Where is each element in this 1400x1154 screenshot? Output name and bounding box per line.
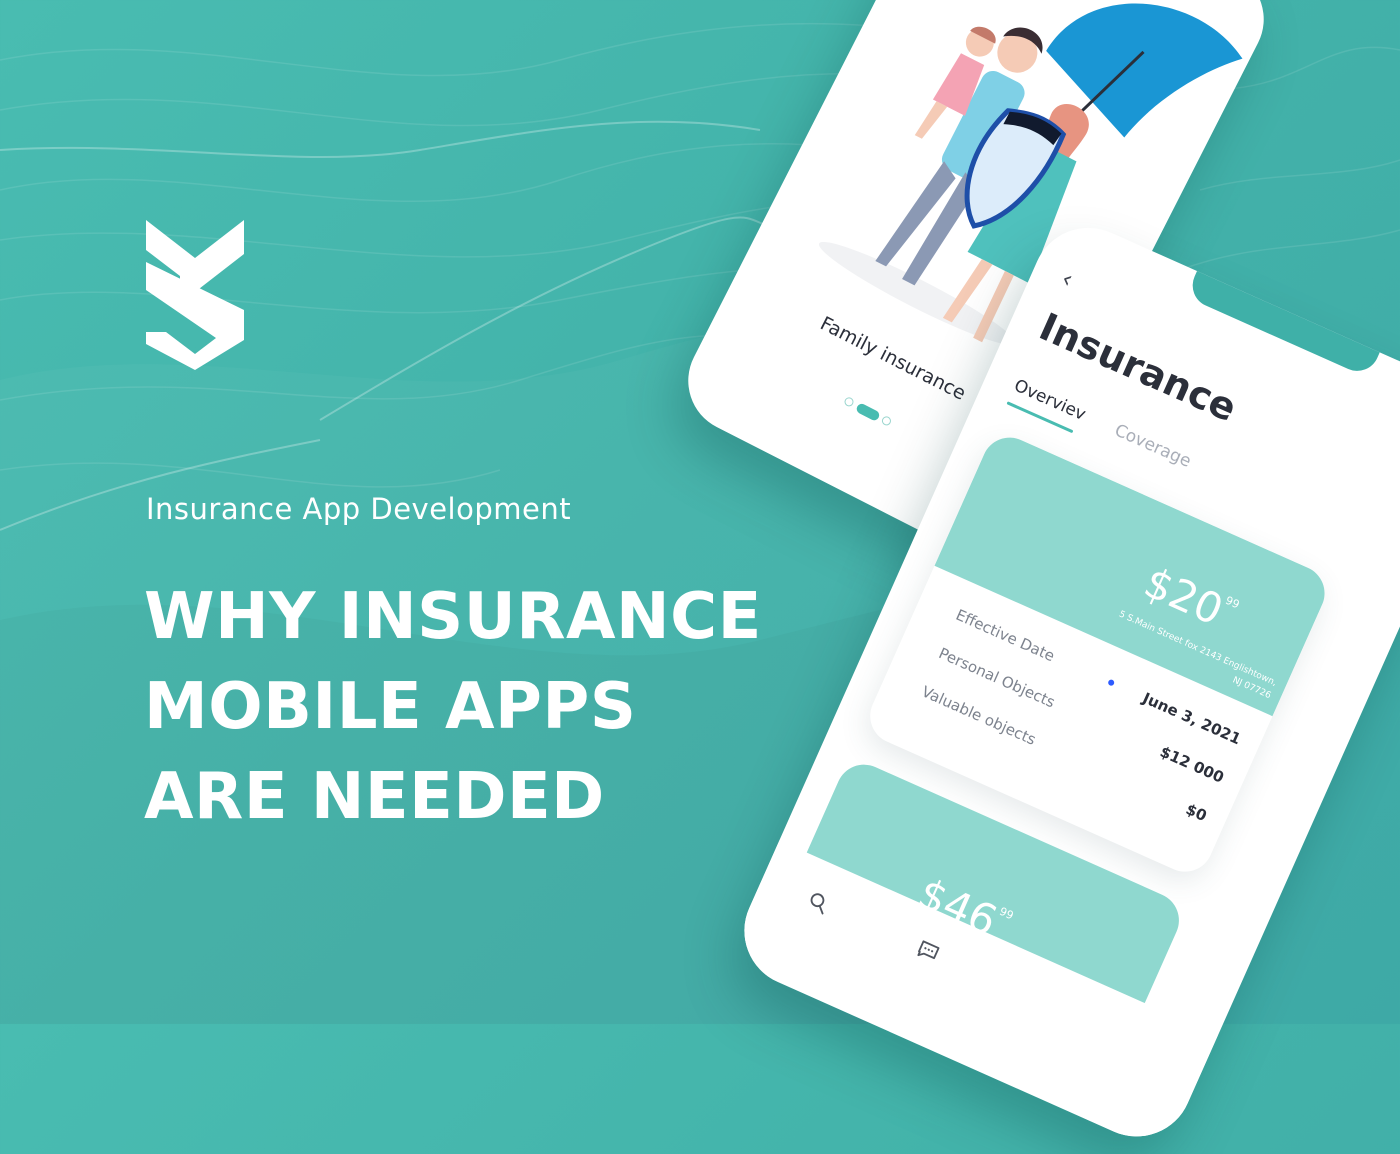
pager-dot[interactable]	[880, 414, 893, 427]
secondary-price-cents: 99	[997, 904, 1016, 923]
pager-dot[interactable]	[842, 395, 856, 408]
pager-dot-active[interactable]	[854, 402, 881, 422]
tab-coverage[interactable]: Coverage	[1111, 420, 1194, 471]
headline-line-1: WHY INSURANCE	[144, 580, 762, 654]
headline: WHY INSURANCE MOBILE APPS ARE NEEDED	[144, 572, 762, 842]
search-icon[interactable]	[804, 888, 833, 917]
sm-shield-logo-icon	[146, 220, 244, 370]
status-dot	[1107, 678, 1116, 687]
subtitle: Insurance App Development	[146, 492, 572, 526]
headline-line-2: MOBILE APPS	[144, 670, 637, 744]
headline-line-3: ARE NEEDED	[144, 760, 605, 834]
chat-icon[interactable]	[914, 937, 943, 966]
tab-overview[interactable]: Overviev	[1011, 376, 1089, 425]
chevron-left-icon[interactable]: ‹	[1057, 264, 1077, 293]
pager-dots[interactable]	[839, 393, 897, 429]
